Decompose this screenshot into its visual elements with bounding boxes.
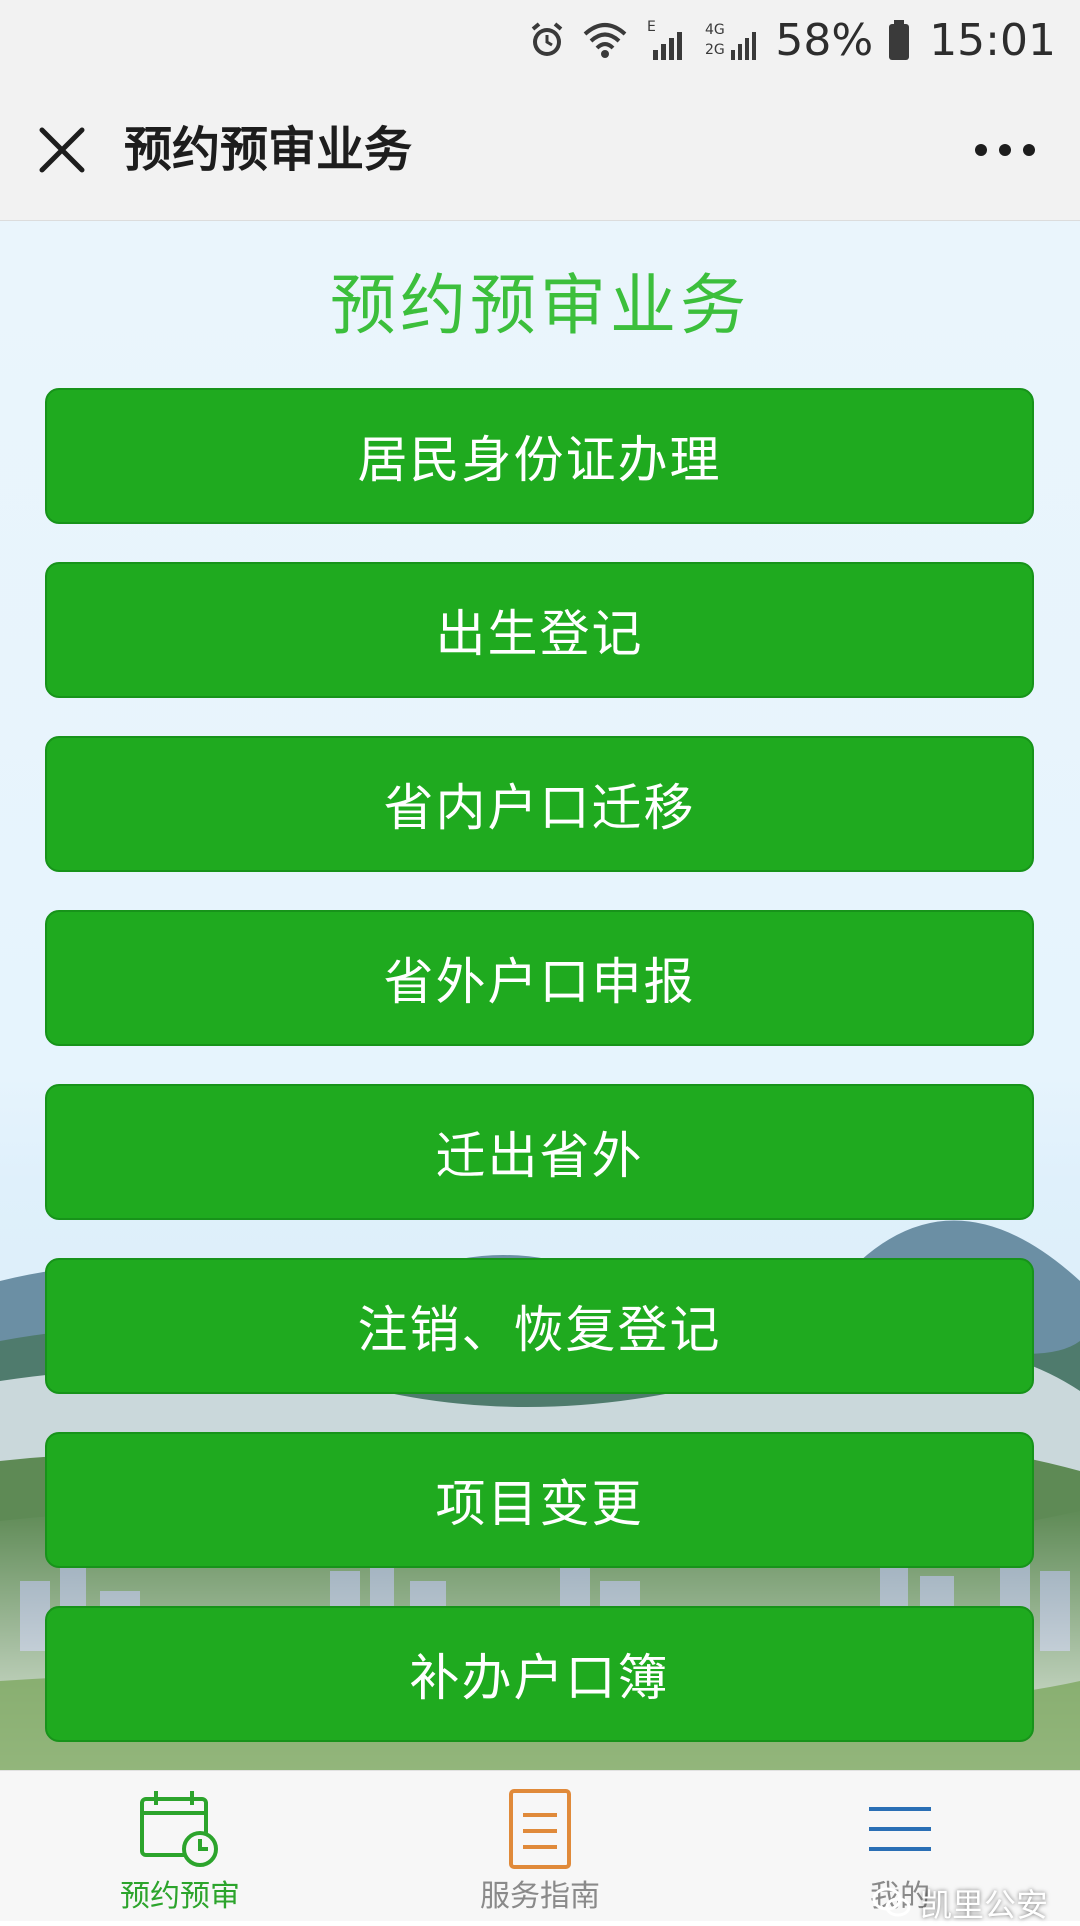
status-bar: E 4G 2G 58% 15:01 [0,0,1080,80]
tab-label: 服务指南 [480,1879,600,1914]
out-province-declaration-button[interactable]: 省外户口申报 [45,910,1034,1046]
tab-label: 预约预审 [120,1879,240,1914]
reissue-household-register-button[interactable]: 补办户口簿 [45,1606,1034,1742]
wechat-icon [872,1887,911,1917]
calendar-clock-icon [140,1791,218,1867]
watermark-text: 凯里公安 [919,1886,1048,1924]
tab-service-guide[interactable]: 服务指南 [410,1771,670,1921]
menu-icon [869,1807,931,1851]
document-icon [509,1789,571,1869]
item-change-button[interactable]: 项目变更 [45,1432,1034,1568]
section-heading: 预约预审业务 [330,267,750,344]
network-label-e: E [647,19,656,35]
id-card-button[interactable]: 居民身份证办理 [45,388,1034,524]
main-content: 预约预审业务 居民身份证办理 出生登记 省内户口迁移 省外户口申报 迁出省外 注… [0,221,1080,1770]
wifi-icon [581,20,629,60]
watermark: 凯里公安 [872,1880,1048,1926]
battery-percent: 58% [775,14,874,66]
network-label-2g: 2G [705,42,725,58]
more-button[interactable] [970,132,1040,168]
more-icon [975,144,1035,156]
signal-icon: 4G 2G [703,18,761,62]
alarm-icon [527,20,567,60]
close-button[interactable] [30,118,94,182]
cancel-restore-registration-button[interactable]: 注销、恢复登记 [45,1258,1034,1394]
move-out-province-button[interactable]: 迁出省外 [45,1084,1034,1220]
in-province-transfer-button[interactable]: 省内户口迁移 [45,736,1034,872]
battery-icon [887,18,911,62]
nav-header: 预约预审业务 [0,80,1080,221]
network-label-4g: 4G [705,22,725,38]
close-icon [39,127,85,173]
clock-time: 15:01 [929,14,1056,66]
signal-icon: E [643,18,689,62]
birth-registration-button[interactable]: 出生登记 [45,562,1034,698]
tab-appointment[interactable]: 预约预审 [50,1771,310,1921]
page-title: 预约预审业务 [124,122,413,178]
